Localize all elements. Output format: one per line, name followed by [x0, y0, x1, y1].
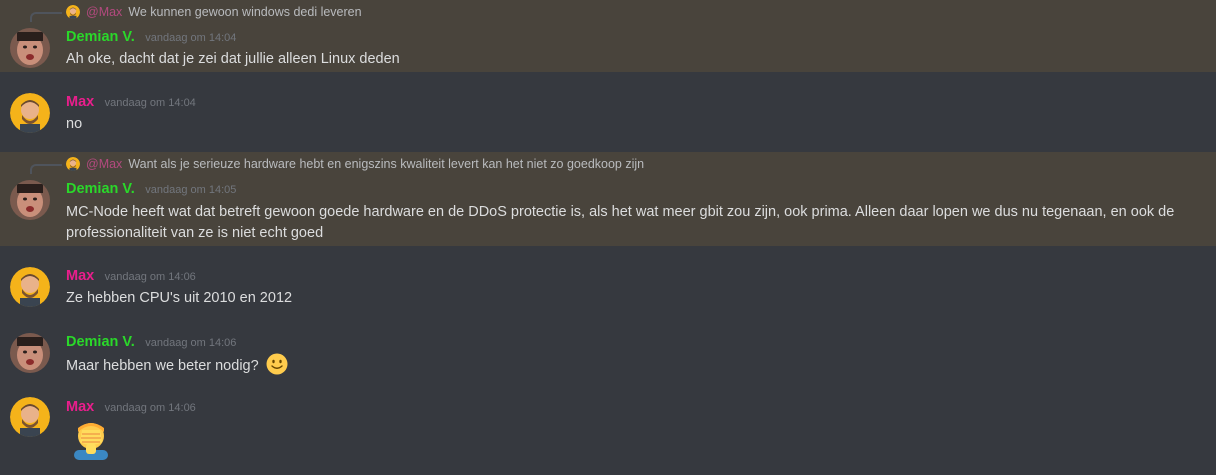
avatar-max-mini: [66, 5, 80, 19]
facepalm-icon[interactable]: [72, 420, 110, 460]
avatar-demian[interactable]: [10, 180, 50, 220]
avatar-max[interactable]: [10, 267, 50, 307]
reply-preview[interactable]: @Max Want als je serieuze hardware hebt …: [66, 157, 644, 171]
message-header: Max vandaag om 14:06: [66, 398, 196, 416]
author-name[interactable]: Demian V.: [66, 334, 135, 350]
message-content: Maar hebben we beter nodig?: [66, 353, 288, 376]
message-header: Demian V. vandaag om 14:06: [66, 333, 236, 351]
slightly-smiling-face-icon[interactable]: [266, 353, 288, 375]
message-text: Maar hebben we beter nodig?: [66, 358, 259, 374]
chat-messages: @Max We kunnen gewoon windows dedi lever…: [0, 0, 1216, 475]
message-text-line1: MC-Node heeft wat dat betreft gewoon goe…: [66, 204, 1175, 220]
reply-text: We kunnen gewoon windows dedi leveren: [128, 5, 362, 19]
message-text-line2: professionaliteit van ze is niet echt go…: [66, 225, 324, 241]
timestamp: vandaag om 14:04: [145, 32, 237, 44]
author-name[interactable]: Demian V.: [66, 181, 135, 197]
author-name[interactable]: Max: [66, 94, 94, 110]
avatar-max[interactable]: [10, 93, 50, 133]
timestamp: vandaag om 14:06: [145, 337, 237, 349]
author-name[interactable]: Max: [66, 268, 94, 284]
timestamp: vandaag om 14:06: [104, 402, 196, 414]
timestamp: vandaag om 14:04: [104, 97, 196, 109]
avatar-max-mini: [66, 157, 80, 171]
message-item[interactable]: @Max We kunnen gewoon windows dedi lever…: [0, 0, 1216, 72]
reply-spine: [30, 12, 62, 22]
avatar-max[interactable]: [10, 397, 50, 437]
reply-text: Want als je serieuze hardware hebt en en…: [128, 157, 645, 171]
reply-preview[interactable]: @Max We kunnen gewoon windows dedi lever…: [66, 5, 362, 19]
message-text: no: [66, 116, 83, 132]
message-item[interactable]: Max vandaag om 14:06: [0, 388, 1216, 475]
reply-mention[interactable]: @Max: [86, 5, 122, 19]
message-header: Max vandaag om 14:04: [66, 93, 196, 111]
message-item[interactable]: Max vandaag om 14:04 no: [0, 72, 1216, 152]
reply-spine: [30, 164, 62, 174]
message-text: Ze hebben CPU's uit 2010 en 2012: [66, 290, 293, 306]
timestamp: vandaag om 14:05: [145, 184, 237, 196]
message-text: Ah oke, dacht dat je zei dat jullie alle…: [66, 51, 400, 67]
message-item[interactable]: Max vandaag om 14:06 Ze hebben CPU's uit…: [0, 246, 1216, 318]
timestamp: vandaag om 14:06: [104, 271, 196, 283]
avatar-demian[interactable]: [10, 28, 50, 68]
author-name[interactable]: Demian V.: [66, 29, 135, 45]
message-item[interactable]: @Max Want als je serieuze hardware hebt …: [0, 152, 1216, 246]
author-name[interactable]: Max: [66, 399, 94, 415]
message-item[interactable]: Demian V. vandaag om 14:06 Maar hebben w…: [0, 318, 1216, 388]
reply-mention[interactable]: @Max: [86, 157, 122, 171]
message-header: Demian V. vandaag om 14:04: [66, 28, 236, 46]
message-header: Demian V. vandaag om 14:05: [66, 180, 236, 198]
avatar-demian[interactable]: [10, 333, 50, 373]
message-header: Max vandaag om 14:06: [66, 267, 196, 285]
